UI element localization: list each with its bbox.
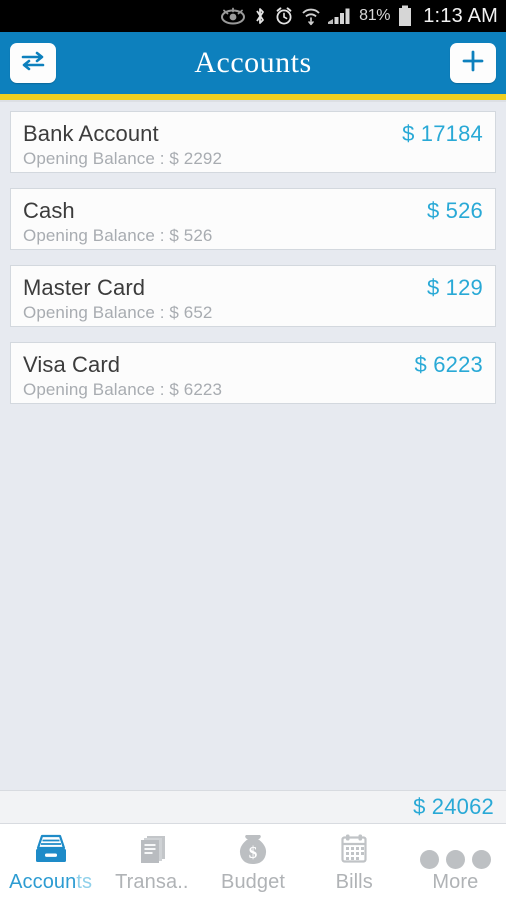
dot [471, 849, 491, 869]
documents-icon [130, 831, 174, 869]
tab-more[interactable]: More [405, 824, 506, 900]
account-card[interactable]: Bank Account $ 17184 Opening Balance : $… [10, 111, 496, 173]
tab-label: Bills [335, 870, 373, 893]
account-card[interactable]: Cash $ 526 Opening Balance : $ 526 [10, 188, 496, 250]
accounts-list: Bank Account $ 17184 Opening Balance : $… [0, 102, 506, 790]
account-name: Master Card [23, 275, 146, 300]
account-name: Cash [23, 198, 75, 223]
file-drawer-icon [29, 831, 73, 869]
wifi-icon [301, 6, 321, 26]
dot [419, 849, 439, 869]
account-opening-balance: Opening Balance : $ 652 [23, 303, 213, 322]
clock-label: 1:13 AM [423, 4, 498, 27]
alarm-clock-icon [274, 6, 294, 26]
app-header: Accounts [0, 32, 506, 94]
plus-icon [460, 48, 486, 79]
battery-percent-label: 81% [359, 7, 391, 24]
dot [445, 849, 465, 869]
account-card[interactable]: Master Card $ 129 Opening Balance : $ 65… [10, 265, 496, 327]
money-bag-icon: $ [231, 831, 275, 869]
tab-label: Transa.. [115, 870, 189, 893]
account-balance: $ 129 [426, 275, 483, 300]
account-opening-balance: Opening Balance : $ 2292 [23, 149, 222, 168]
page-title: Accounts [194, 46, 312, 79]
tab-bills[interactable]: Bills [304, 824, 405, 900]
calendar-icon [332, 831, 376, 869]
account-name: Bank Account [23, 121, 159, 146]
bottom-navigation: Accounts Transa.. $ Budget Bills More [0, 824, 506, 900]
total-balance: $ 24062 [413, 794, 494, 819]
transfer-icon [20, 50, 46, 77]
three-dots-icon [419, 831, 491, 869]
account-opening-balance: Opening Balance : $ 526 [23, 226, 213, 245]
tab-budget[interactable]: $ Budget [202, 824, 303, 900]
tab-label-clipped: ts [76, 870, 93, 893]
status-bar: 81% 1:13 AM [0, 0, 506, 32]
battery-icon [397, 5, 413, 27]
account-name: Visa Card [23, 352, 121, 377]
account-balance: $ 6223 [414, 352, 483, 377]
tab-accounts[interactable]: Accounts [0, 824, 101, 900]
svg-text:$: $ [249, 843, 258, 862]
account-opening-balance: Opening Balance : $ 6223 [23, 380, 222, 399]
account-card[interactable]: Visa Card $ 6223 Opening Balance : $ 622… [10, 342, 496, 404]
account-balance: $ 526 [426, 198, 483, 223]
smart-stay-eye-icon [220, 7, 246, 25]
signal-bars-icon [328, 7, 352, 25]
tab-label: Accoun [9, 870, 77, 893]
tab-label: Budget [221, 870, 285, 893]
bluetooth-icon [253, 6, 267, 26]
app-screen: 81% 1:13 AM Accounts Bank Account $ 1718… [0, 0, 506, 900]
add-account-button[interactable] [450, 43, 496, 83]
account-balance: $ 17184 [402, 121, 483, 146]
tab-label: More [432, 870, 479, 893]
tab-transactions[interactable]: Transa.. [101, 824, 202, 900]
total-bar: $ 24062 [0, 790, 506, 824]
transfer-button[interactable] [10, 43, 56, 83]
